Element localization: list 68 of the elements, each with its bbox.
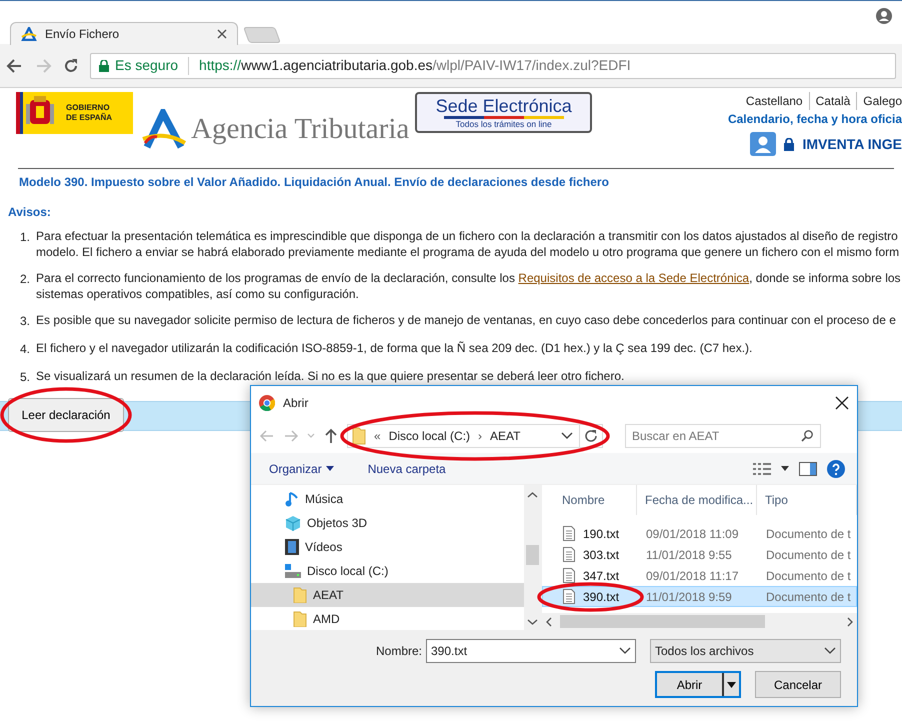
file-date: 11/01/2018 9:55 — [645, 546, 733, 564]
file-name: 190.txt — [583, 526, 620, 542]
notice-text: Es posible que su navegador solicite permiso de lectura de ficheros y de manejo de ventanas, en cuyo caso debe concederlos para continuar con el proceso de e — [36, 312, 896, 328]
page-title: Modelo 390. Impuesto sobre el Valor Añadido. Liquidación Anual. Envío de declaraciones desde fichero — [18, 174, 610, 191]
file-date: 11/01/2018 9:59 — [645, 588, 733, 606]
file-type: Documento de t — [765, 588, 851, 606]
url-text: https://www1.agenciatributaria.gob.es/wlpl/PAIV-IW17/index.zul?EDFI — [199, 56, 631, 75]
list-number: 5. — [20, 369, 30, 386]
tree-item[interactable]: Música — [251, 487, 524, 511]
link[interactable]: Requisitos de acceso a la Sede Electrónica — [518, 271, 750, 285]
notice-text: modelo. El fichero a enviar se habrá elaborado previamente mediante el programa de ayuda del modelo u otro programa que genere un fichero con el mismo form — [36, 244, 900, 260]
notice-text: Se visualizará un resumen de la declaración leída. Si no es la que quiere presentar se deberá leer otro fichero. — [36, 368, 624, 384]
list-number: 3. — [20, 313, 30, 330]
list-number: 2. — [20, 271, 30, 288]
file-row[interactable]: 303.txt 11/01/2018 9:55 Documento de t — [542, 544, 857, 565]
cancel-button[interactable]: Cancelar — [755, 671, 841, 698]
organize-button[interactable]: Organizar — [269, 460, 334, 478]
file-row[interactable]: 390.txt 11/01/2018 9:59 Documento de t — [542, 586, 857, 607]
calendar-link[interactable]: Calendario, fecha y hora oficia — [728, 110, 902, 128]
sede-electronica-logo[interactable]: Sede Electrónica Todos los trámites on line — [415, 92, 592, 133]
file-name: 390.txt — [583, 588, 620, 606]
column-header[interactable]: Nombre — [542, 485, 637, 515]
file-type: Documento de t — [765, 546, 851, 564]
notice-text: Para el correcto funcionamiento de los programas de envío de la declaración, consulte los Requisitos de acceso a la Sede Electrónica, donde se informa sobre los — [36, 270, 901, 286]
user-name[interactable]: IMVENTA INGE — [802, 134, 902, 154]
file-row[interactable]: 347.txt 09/01/2018 11:17 Documento de t — [542, 565, 857, 586]
tree-item[interactable]: Objetos 3D — [251, 511, 524, 535]
language-link[interactable]: Català — [808, 92, 856, 110]
filename-field[interactable]: 390.txt — [426, 639, 636, 663]
security-label: Es seguro — [115, 56, 178, 75]
path-bar[interactable]: « Disco local (C:) › AEAT — [347, 424, 603, 448]
notice-text: El fichero y el navegador utilizarán la codificación ISO-8859-1, de forma que la Ñ sea 209 dec. (D1 hex.) y la Ç sea 199 dec. (C7 hex.). — [36, 340, 752, 356]
government-logo: GOBIERNO DE ESPAÑA — [16, 92, 133, 134]
file-row[interactable]: 190.txt 09/01/2018 11:09 Documento de t — [542, 523, 857, 544]
address-bar[interactable]: Es seguro https://www1.agenciatributaria.gob.es/wlpl/PAIV-IW17/index.zul?EDFI — [90, 52, 896, 78]
new-folder-button[interactable]: Nueva carpeta — [368, 460, 446, 478]
file-type-dropdown[interactable]: Todos los archivos — [650, 639, 841, 663]
file-name: 347.txt — [583, 568, 620, 584]
dialog-title: Abrir — [283, 394, 310, 412]
path-segment[interactable]: AEAT — [490, 427, 520, 445]
tree-item[interactable]: Disco local (C:) — [251, 559, 524, 583]
tree-item[interactable]: AEAT — [251, 583, 524, 607]
tree-item[interactable]: AMD — [251, 607, 524, 631]
tab-title: Envío Fichero — [45, 26, 120, 43]
column-header[interactable]: Fecha de modifica... — [637, 485, 757, 515]
file-type: Documento de t — [765, 526, 851, 542]
file-date: 09/01/2018 11:09 — [645, 526, 740, 542]
list-number: 1. — [20, 229, 30, 246]
open-button[interactable]: Abrir — [655, 671, 741, 698]
browser-tab[interactable]: Envío Fichero — [10, 22, 238, 45]
file-name: 303.txt — [583, 546, 620, 564]
agency-name: Agencia Tributaria — [191, 112, 410, 148]
path-segment[interactable]: Disco local (C:) — [388, 427, 470, 445]
notices-heading: Avisos: — [7, 204, 52, 221]
file-date: 09/01/2018 11:17 — [645, 568, 740, 584]
language-link[interactable]: Castellano — [740, 92, 809, 110]
notice-text: Para efectuar la presentación telemática es imprescindible que disponga de un fichero con la declaración a transmitir con los datos ajustados al diseño de registro — [36, 228, 899, 244]
search-field[interactable]: Buscar en AEAT — [625, 424, 821, 448]
overflow-chevron[interactable]: « — [374, 427, 381, 445]
tree-item[interactable]: Vídeos — [251, 535, 524, 559]
list-number: 4. — [20, 341, 30, 358]
path-separator: › — [478, 428, 482, 445]
file-type: Documento de t — [765, 568, 851, 584]
language-link[interactable]: Galego — [856, 92, 902, 110]
notice-text: sistemas operativos compatibles, así como su configuración. — [36, 286, 360, 302]
field-label: Nombre: — [376, 643, 422, 660]
column-header[interactable]: Tipo — [757, 485, 857, 515]
read-declaration-button[interactable]: Leer declaración — [8, 398, 124, 432]
